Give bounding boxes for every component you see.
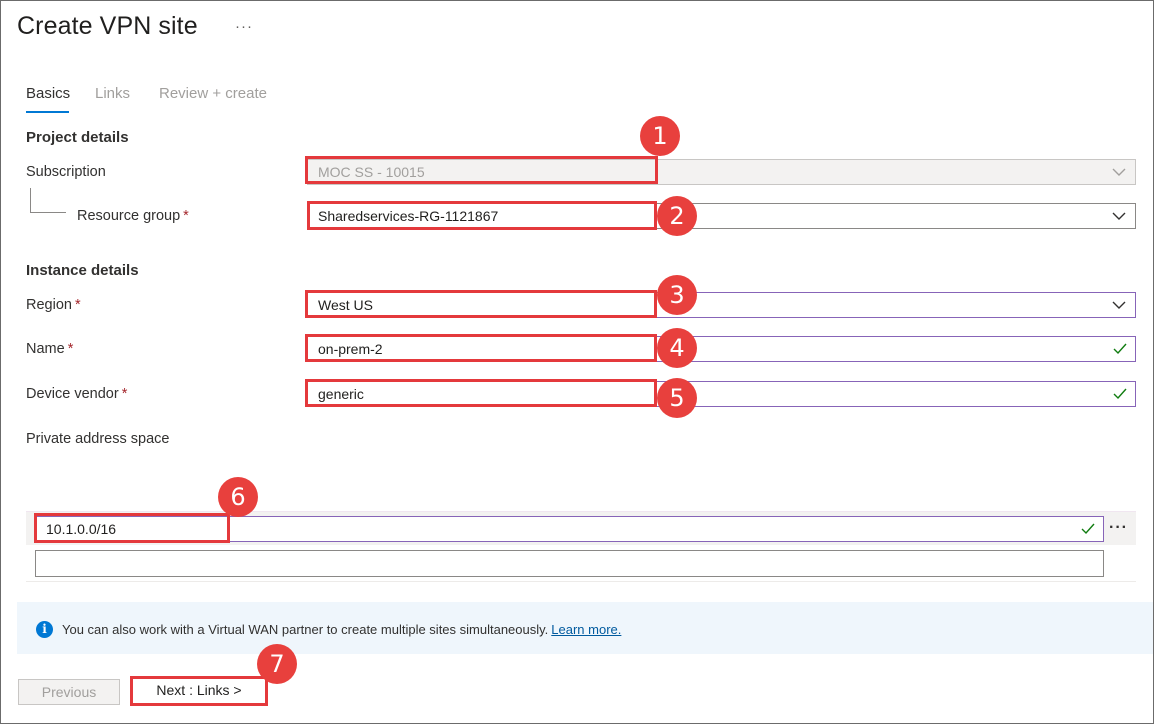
annotation-badge-6: 6 (218, 477, 258, 517)
page-title: Create VPN site (17, 12, 198, 40)
checkmark-icon (1081, 523, 1095, 535)
address-space-input-2[interactable] (35, 550, 1104, 577)
annotation-box-5 (305, 379, 657, 407)
annotation-box-6 (34, 513, 230, 543)
annotation-badge-2: 2 (657, 196, 697, 236)
chevron-down-icon (1112, 168, 1126, 176)
annotation-badge-5: 5 (657, 378, 697, 418)
device-vendor-label: Device vendor * (26, 386, 128, 402)
instance-details-heading: Instance details (26, 262, 139, 279)
info-text: You can also work with a Virtual WAN par… (62, 622, 622, 637)
annotation-box-1 (305, 156, 658, 184)
project-details-heading: Project details (26, 129, 129, 146)
info-banner: i You can also work with a Virtual WAN p… (17, 602, 1153, 654)
annotation-box-4 (305, 334, 657, 362)
learn-more-link[interactable]: Learn more. (551, 622, 621, 637)
annotation-badge-3: 3 (657, 275, 697, 315)
checkmark-icon (1113, 388, 1127, 400)
annotation-badge-1: 1 (640, 116, 680, 156)
annotation-box-2 (307, 201, 657, 230)
active-tab-indicator (26, 111, 69, 113)
annotation-badge-4: 4 (657, 328, 697, 368)
more-options-button[interactable]: ··· (235, 18, 253, 35)
section-divider (26, 581, 1136, 582)
subscription-label: Subscription (26, 164, 106, 180)
chevron-down-icon (1112, 301, 1126, 309)
tab-basics[interactable]: Basics (26, 85, 70, 102)
annotation-badge-7: 7 (257, 644, 297, 684)
tab-links[interactable]: Links (95, 85, 130, 102)
row-more-button[interactable]: ··· (1109, 519, 1128, 537)
tree-connector (30, 188, 66, 213)
info-icon: i (36, 621, 53, 638)
annotation-box-7 (130, 676, 268, 706)
checkmark-icon (1113, 343, 1127, 355)
previous-button[interactable]: Previous (18, 679, 120, 705)
private-address-space-label: Private address space (26, 431, 170, 447)
tab-review-create[interactable]: Review + create (159, 85, 267, 102)
resource-group-label: Resource group * (77, 208, 189, 224)
chevron-down-icon (1112, 212, 1126, 220)
name-label: Name * (26, 341, 74, 357)
region-label: Region * (26, 297, 81, 313)
annotation-box-3 (305, 290, 657, 318)
